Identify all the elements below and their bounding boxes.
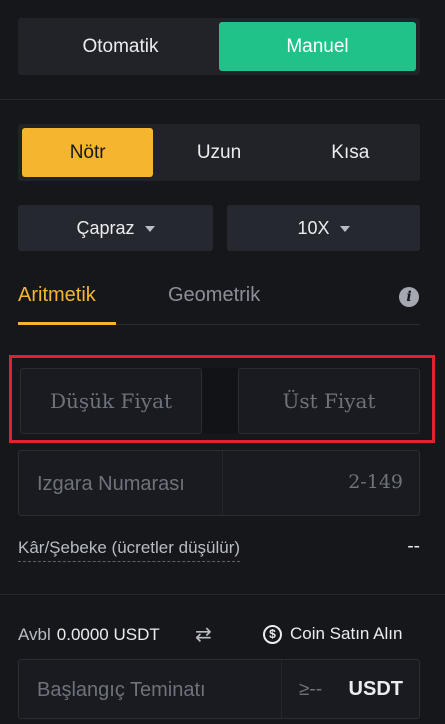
tab-aritmetik[interactable]: Aritmetik xyxy=(18,284,96,307)
active-tab-indicator xyxy=(18,322,116,325)
initial-margin-min: ≥-- xyxy=(299,679,323,700)
swap-icon[interactable]: ⇄ xyxy=(195,622,212,647)
leverage-dropdown[interactable]: 10X xyxy=(227,205,420,251)
caret-down-icon xyxy=(144,226,155,232)
info-icon[interactable]: i xyxy=(399,287,419,307)
mode-manuel-button[interactable]: Manuel xyxy=(219,22,416,71)
initial-margin-placeholder: Başlangıç Teminatı xyxy=(37,679,206,701)
direction-uzun-button[interactable]: Uzun xyxy=(153,128,284,177)
tab-geometrik[interactable]: Geometrik xyxy=(168,284,260,307)
available-balance: Avbl 0.0000 USDT xyxy=(18,625,160,645)
dollar-circle-icon: $ xyxy=(263,624,282,644)
grid-number-separator xyxy=(222,451,223,515)
profit-per-grid-label[interactable]: Kâr/Şebeke (ücretler düşülür) xyxy=(18,538,241,562)
mode-otomatik-button[interactable]: Otomatik xyxy=(22,22,219,71)
initial-margin-input[interactable]: Başlangıç Teminatı ≥-- USDT xyxy=(18,659,420,719)
buy-coin-button[interactable]: $ Coin Satın Alın xyxy=(263,624,402,644)
direction-toggle: Nötr Uzun Kısa xyxy=(18,124,420,181)
price-range-separator xyxy=(202,368,238,434)
direction-notr-button[interactable]: Nötr xyxy=(22,128,154,177)
leverage-value: 10X xyxy=(297,217,330,238)
caret-down-icon xyxy=(339,226,350,232)
upper-price-input[interactable]: Üst Fiyat xyxy=(238,368,420,434)
section-divider xyxy=(0,99,445,100)
section-divider xyxy=(0,594,445,595)
grid-number-input[interactable]: Izgara Numarası 2-149 xyxy=(18,450,420,516)
direction-kisa-button[interactable]: Kısa xyxy=(285,128,416,177)
grid-number-placeholder: Izgara Numarası xyxy=(37,473,185,495)
margin-mode-value: Çapraz xyxy=(76,217,135,238)
mode-toggle: Otomatik Manuel xyxy=(18,18,420,75)
grid-number-range: 2-149 xyxy=(348,471,403,493)
buy-coin-label: Coin Satın Alın xyxy=(290,624,403,643)
lower-price-input[interactable]: Düşük Fiyat xyxy=(20,368,202,434)
initial-margin-separator xyxy=(281,660,282,718)
initial-margin-unit: USDT xyxy=(348,678,403,700)
profit-per-grid-value: -- xyxy=(407,536,420,557)
available-label: Avbl xyxy=(18,625,51,644)
margin-mode-dropdown[interactable]: Çapraz xyxy=(18,205,213,251)
available-value: 0.0000 USDT xyxy=(56,625,160,644)
